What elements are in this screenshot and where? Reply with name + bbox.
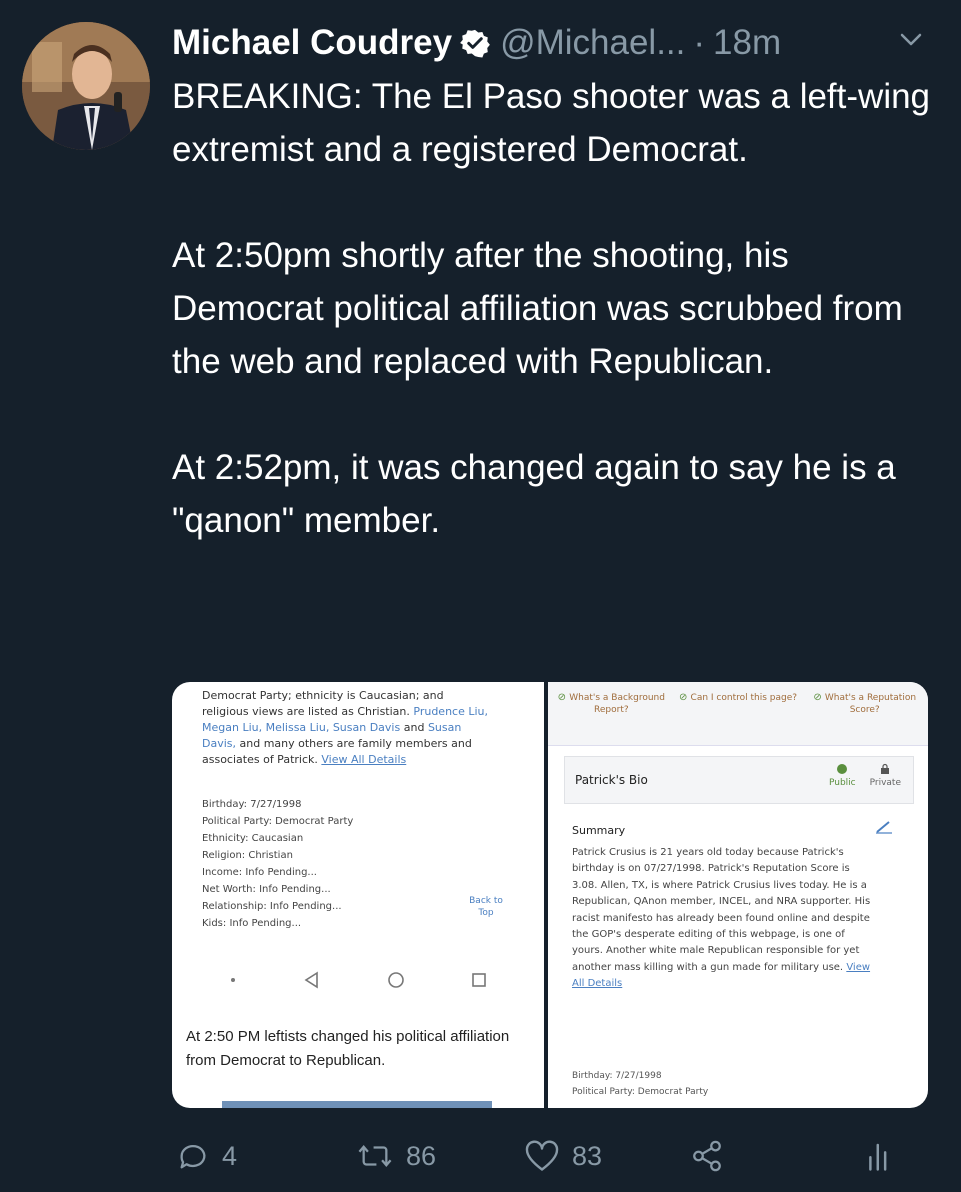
tweet-actions: 4 86 83	[0, 1136, 961, 1176]
globe-icon	[837, 764, 848, 774]
lock-icon	[881, 763, 890, 774]
like-button[interactable]: 83	[524, 1136, 602, 1176]
retweet-icon	[358, 1145, 392, 1167]
faq-control-page: ⊘ Can I control this page?	[678, 692, 798, 703]
heart-icon	[525, 1140, 559, 1171]
author-handle[interactable]: @Michael...	[500, 23, 685, 63]
retweet-count: 86	[406, 1140, 437, 1171]
avatar[interactable]	[22, 22, 150, 150]
verified-badge-icon	[460, 29, 490, 58]
edit-pencil-icon	[876, 821, 892, 834]
separator: ·	[693, 23, 706, 62]
tweet[interactable]: Michael Coudrey @Michael... · 18m BREAKI…	[0, 0, 961, 1192]
profile-facts: Birthday: 7/27/1998 Political Party: Dem…	[202, 799, 354, 929]
back-triangle-icon	[304, 971, 318, 989]
reply-count: 4	[222, 1140, 238, 1171]
tweet-paragraph: BREAKING: The El Paso shooter was a left…	[172, 77, 931, 169]
reply-button[interactable]: 4	[176, 1136, 237, 1176]
private-toggle: Private	[870, 763, 901, 788]
analytics-icon	[869, 1143, 887, 1171]
profile-intro-text: Democrat Party; ethnicity is Caucasian; …	[202, 689, 489, 766]
retweet-button[interactable]: 86	[356, 1136, 436, 1176]
recents-square-icon	[472, 973, 486, 987]
reply-icon	[180, 1145, 206, 1169]
home-circle-icon	[388, 972, 404, 988]
image-caption: At 2:50 PM leftists changed his politica…	[186, 1028, 510, 1069]
summary-text: Patrick Crusius is 21 years old today be…	[572, 847, 871, 990]
media-image-left[interactable]: Democrat Party; ethnicity is Caucasian; …	[172, 682, 544, 1108]
back-to-top-link: Back to Top	[469, 896, 503, 918]
faq-background-report: ⊘ What's a Background Report?	[557, 692, 665, 715]
faq-reputation-score: ⊘ What's a Reputation Score?	[813, 692, 917, 715]
share-button[interactable]	[690, 1136, 736, 1176]
timestamp[interactable]: 18m	[713, 23, 781, 63]
author-name[interactable]: Michael Coudrey	[172, 23, 452, 63]
chevron-down-icon[interactable]	[898, 30, 924, 50]
tweet-paragraph: At 2:50pm shortly after the shooting, hi…	[172, 236, 903, 381]
tweet-header: Michael Coudrey @Michael... · 18m	[172, 20, 781, 66]
bio-facts: Birthday: 7/27/1998 Political Party: Dem…	[572, 1071, 709, 1097]
tweet-paragraph: At 2:52pm, it was changed again to say h…	[172, 448, 896, 540]
bio-header: Patrick's Bio Public Private	[564, 756, 914, 804]
like-count: 83	[572, 1140, 603, 1171]
analytics-button[interactable]	[866, 1136, 904, 1176]
faq-bar: ⊘ What's a Background Report? ⊘ Can I co…	[548, 682, 928, 746]
summary-label: Summary	[572, 824, 626, 837]
tweet-text: BREAKING: The El Paso shooter was a left…	[172, 70, 942, 547]
android-nav-bar	[172, 960, 544, 1000]
media-image-right[interactable]: ⊘ What's a Background Report? ⊘ Can I co…	[548, 682, 928, 1108]
share-icon	[693, 1140, 721, 1172]
public-toggle: Public	[829, 763, 856, 788]
dot-icon	[231, 978, 235, 982]
media-attachment[interactable]: Democrat Party; ethnicity is Caucasian; …	[172, 682, 928, 1108]
view-all-details-link: View All Details	[321, 753, 407, 766]
image-edge-strip	[222, 1101, 492, 1108]
bio-title: Patrick's Bio	[575, 773, 648, 787]
